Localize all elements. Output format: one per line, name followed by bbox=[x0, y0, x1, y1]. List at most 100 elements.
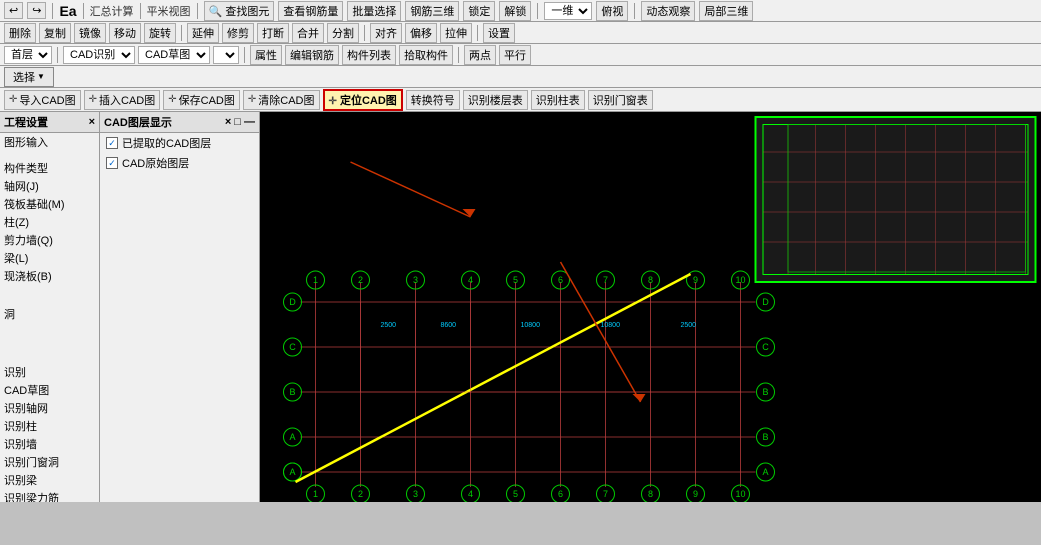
copy-btn[interactable]: 复制 bbox=[39, 23, 71, 43]
identify-door-item[interactable]: 识别门窗洞 bbox=[0, 453, 99, 471]
align-btn[interactable]: 对齐 bbox=[370, 23, 402, 43]
svg-text:1: 1 bbox=[313, 275, 318, 285]
svg-text:5: 5 bbox=[513, 489, 518, 499]
dynamic-obs-btn[interactable]: 动态观察 bbox=[641, 1, 695, 21]
property-btn[interactable]: 属性 bbox=[250, 45, 282, 65]
identify-beam-item[interactable]: 识别梁 bbox=[0, 471, 99, 489]
sep8 bbox=[364, 25, 365, 41]
local-3d-btn[interactable]: 局部三维 bbox=[699, 1, 753, 21]
svg-text:10: 10 bbox=[735, 489, 745, 499]
axis-item[interactable]: 轴网(J) bbox=[0, 177, 99, 195]
column-item[interactable]: 柱(Z) bbox=[0, 213, 99, 231]
shear-wall-item[interactable]: 剪力墙(Q) bbox=[0, 231, 99, 249]
break-btn[interactable]: 打断 bbox=[257, 23, 289, 43]
identify-floor-table-btn[interactable]: 识别楼层表 bbox=[463, 90, 528, 110]
parallel-btn[interactable]: 平行 bbox=[499, 45, 531, 65]
cad-id-select[interactable]: CAD识别 bbox=[63, 46, 135, 64]
extend-btn[interactable]: 延伸 bbox=[187, 23, 219, 43]
cad-original-layer[interactable]: CAD原始图层 bbox=[100, 153, 259, 173]
convert-symbol-btn[interactable]: 转换符号 bbox=[406, 90, 460, 110]
beam-item[interactable]: 梁(L) bbox=[0, 249, 99, 267]
trim-btn[interactable]: 修剪 bbox=[222, 23, 254, 43]
top-view-btn[interactable]: 俯视 bbox=[596, 1, 628, 21]
svg-text:7: 7 bbox=[603, 275, 608, 285]
delete-btn[interactable]: 删除 bbox=[4, 23, 36, 43]
insert-cad-btn[interactable]: ✛ 插入CAD图 bbox=[84, 90, 161, 110]
sep9 bbox=[477, 25, 478, 41]
cad-panel-title: CAD图层显示 × □ — bbox=[100, 112, 259, 133]
svg-text:2500: 2500 bbox=[381, 322, 397, 329]
svg-text:3: 3 bbox=[413, 275, 418, 285]
identify-beam-rebar-item[interactable]: 识别梁力筋 bbox=[0, 489, 99, 502]
import-icon: ✛ bbox=[9, 94, 17, 105]
undo-btn[interactable]: ↩ bbox=[4, 2, 23, 19]
slab-item[interactable]: 现浇板(B) bbox=[0, 267, 99, 285]
identify-wall-item[interactable]: 识别墙 bbox=[0, 435, 99, 453]
identify-window-table-btn[interactable]: 识别门窗表 bbox=[588, 90, 653, 110]
svg-text:C: C bbox=[289, 342, 296, 352]
svg-text:10800: 10800 bbox=[521, 322, 541, 329]
identify-label[interactable]: 识别 bbox=[0, 363, 99, 381]
toolbar-row1: ↩ ↪ Ea 汇总计算 平米视图 🔍 查找图元 查看钢筋量 批量选择 钢筋三维 … bbox=[0, 0, 1041, 22]
unlock-btn[interactable]: 解锁 bbox=[499, 1, 531, 21]
svg-text:D: D bbox=[289, 297, 296, 307]
cad-panel-close[interactable]: × □ — bbox=[225, 116, 255, 128]
identify-col-item[interactable]: 识别柱 bbox=[0, 417, 99, 435]
offset-btn[interactable]: 偏移 bbox=[405, 23, 437, 43]
svg-text:2500: 2500 bbox=[681, 322, 697, 329]
cad-panel: CAD图层显示 × □ — 已提取的CAD图层 CAD原始图层 bbox=[100, 112, 260, 502]
component-type-item[interactable]: 构件类型 bbox=[0, 159, 99, 177]
split-btn[interactable]: 分割 bbox=[327, 23, 359, 43]
left-panel-close[interactable]: × bbox=[89, 116, 95, 128]
floor-select[interactable]: 首层 bbox=[4, 46, 52, 64]
import-cad-btn[interactable]: ✛ 导入CAD图 bbox=[4, 90, 81, 110]
graphic-input-item[interactable]: 图形输入 bbox=[0, 133, 99, 151]
locate-cad-btn[interactable]: ✛ 定位CAD图 bbox=[323, 89, 403, 111]
rotate-btn[interactable]: 旋转 bbox=[144, 23, 176, 43]
mirror-btn[interactable]: 镜像 bbox=[74, 23, 106, 43]
rebar-3d-btn[interactable]: 钢筋三维 bbox=[405, 1, 459, 21]
sep11 bbox=[244, 47, 245, 63]
svg-text:9: 9 bbox=[693, 489, 698, 499]
svg-text:5: 5 bbox=[513, 275, 518, 285]
raft-item[interactable]: 筏板基础(M) bbox=[0, 195, 99, 213]
cad-extracted-layer[interactable]: 已提取的CAD图层 bbox=[100, 133, 259, 153]
pick-component-btn[interactable]: 拾取构件 bbox=[399, 45, 453, 65]
extracted-checkbox[interactable] bbox=[106, 137, 118, 149]
cad-draft-select[interactable]: CAD草图 bbox=[138, 46, 210, 64]
svg-text:8: 8 bbox=[648, 275, 653, 285]
sep4 bbox=[197, 3, 198, 19]
identify-axis-item[interactable]: 识别轴网 bbox=[0, 399, 99, 417]
select-btn[interactable]: 选择 ▼ bbox=[4, 67, 54, 87]
two-point-btn[interactable]: 两点 bbox=[464, 45, 496, 65]
original-checkbox[interactable] bbox=[106, 157, 118, 169]
left-panel: 工程设置 × 图形输入 构件类型 轴网(J) 筏板基础(M) 柱(Z) 剪力墙(… bbox=[0, 112, 100, 502]
batch-select-btn[interactable]: 批量选择 bbox=[347, 1, 401, 21]
settings-btn[interactable]: 设置 bbox=[483, 23, 515, 43]
canvas-area[interactable]: 1 2 3 4 5 6 7 8 9 10 bbox=[260, 112, 1041, 502]
save-cad-btn[interactable]: ✛ 保存CAD图 bbox=[163, 90, 240, 110]
extra-select[interactable] bbox=[213, 46, 239, 64]
lock-btn[interactable]: 锁定 bbox=[463, 1, 495, 21]
move-btn[interactable]: 移动 bbox=[109, 23, 141, 43]
opening-item[interactable]: 洞 bbox=[0, 305, 99, 323]
edit-rebar-btn[interactable]: 编辑钢筋 bbox=[285, 45, 339, 65]
redo-btn[interactable]: ↪ bbox=[27, 2, 46, 19]
view-select[interactable]: 一维 二维 bbox=[544, 2, 592, 20]
find-element-btn[interactable]: 🔍 查找图元 bbox=[204, 1, 275, 21]
svg-text:4: 4 bbox=[468, 489, 473, 499]
main-area: 工程设置 × 图形输入 构件类型 轴网(J) 筏板基础(M) 柱(Z) 剪力墙(… bbox=[0, 112, 1041, 502]
svg-text:C: C bbox=[762, 342, 769, 352]
identify-column-table-btn[interactable]: 识别柱表 bbox=[531, 90, 585, 110]
plan-view-label: 平米视图 bbox=[147, 3, 191, 19]
merge-btn[interactable]: 合并 bbox=[292, 23, 324, 43]
clear-cad-btn[interactable]: ✛ 清除CAD图 bbox=[243, 90, 320, 110]
svg-text:B: B bbox=[762, 432, 768, 442]
sep5 bbox=[537, 3, 538, 19]
stretch-btn[interactable]: 拉伸 bbox=[440, 23, 472, 43]
select-label: 选择 bbox=[13, 69, 35, 85]
svg-text:D: D bbox=[762, 297, 769, 307]
view-rebar-btn[interactable]: 查看钢筋量 bbox=[278, 1, 343, 21]
component-list-btn[interactable]: 构件列表 bbox=[342, 45, 396, 65]
cad-draft-item[interactable]: CAD草图 bbox=[0, 381, 99, 399]
